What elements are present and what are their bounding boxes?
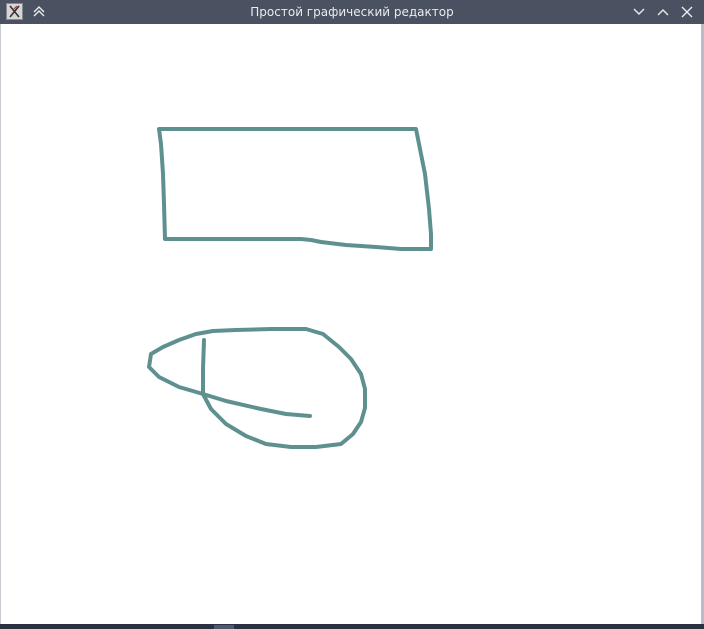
rectangle-sketch xyxy=(157,127,433,251)
chevron-up-icon xyxy=(657,9,669,16)
app-window: Простой графический редактор xyxy=(0,0,704,629)
closed-loop-sketch xyxy=(147,327,367,449)
close-button[interactable] xyxy=(678,3,696,21)
taskbar-edge xyxy=(214,625,234,629)
drawing-canvas[interactable] xyxy=(1,24,701,624)
maximize-button[interactable] xyxy=(654,3,672,21)
chevron-down-icon xyxy=(633,8,645,15)
window-title: Простой графический редактор xyxy=(250,5,454,19)
close-icon xyxy=(681,6,693,18)
title-bar[interactable]: Простой графический редактор xyxy=(0,0,704,24)
minimize-button[interactable] xyxy=(630,3,648,21)
window-border-bottom xyxy=(0,624,704,629)
